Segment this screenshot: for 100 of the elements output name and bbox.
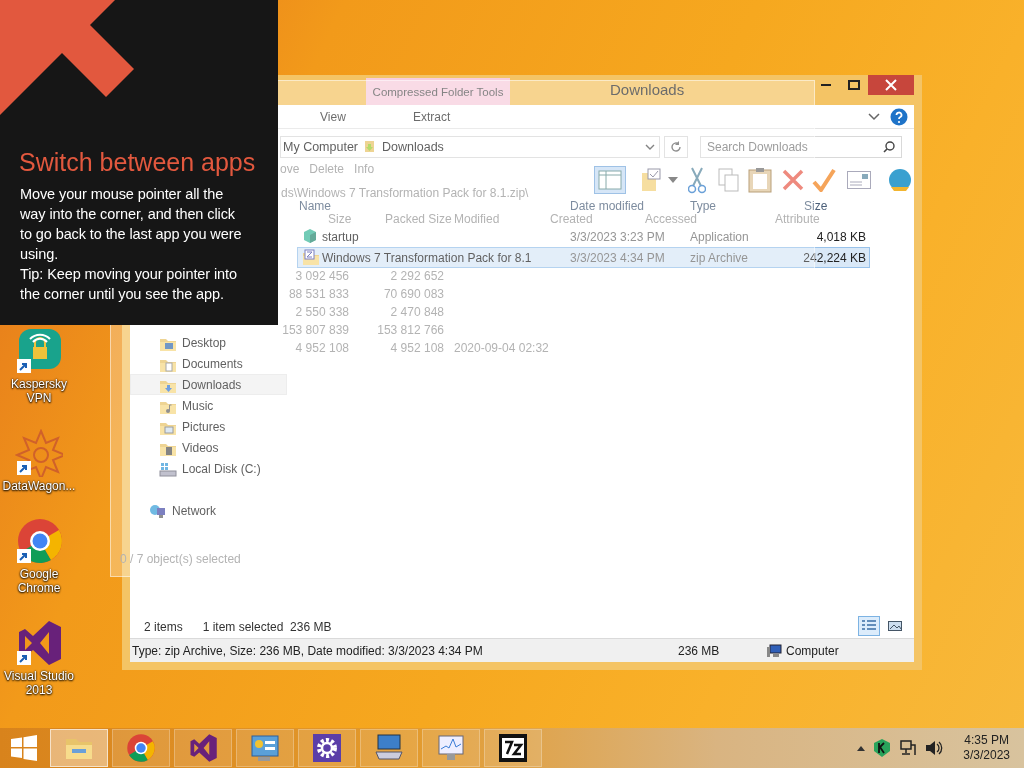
folder-download-icon — [364, 139, 377, 155]
file-row[interactable]: Windows 7 Transformation Pack for 8.1 3/3/2023 4:34 PM zip Archive 242,224 KB — [297, 247, 870, 268]
faded-column-header: Attribute — [775, 212, 820, 226]
faded-packed-size-cell: 4 952 108 — [390, 341, 444, 355]
zip-folder-icon — [302, 249, 320, 265]
selection-info: 1 item selected 236 MB — [202, 620, 332, 634]
cube-icon — [302, 228, 318, 244]
faded-packed-size-cell: 2 292 652 — [390, 269, 444, 283]
star-pattern-shortcut-icon — [15, 429, 63, 477]
faded-toolbar-label: ove — [280, 162, 300, 176]
nav-pane-item[interactable]: Videos — [130, 437, 287, 458]
faded-size-cell: 3 092 456 — [295, 269, 349, 283]
caret-down-icon — [668, 177, 678, 183]
faded-size-cell: 88 531 833 — [288, 287, 349, 301]
breadcrumb[interactable]: My Computer — [281, 140, 361, 154]
file-row[interactable]: startup 3/3/2023 3:23 PM Application 4,018 KB — [297, 226, 870, 247]
column-header[interactable]: Type — [690, 199, 716, 213]
faded-card-icon — [847, 171, 871, 189]
help-icon[interactable] — [890, 108, 908, 126]
file-size: 242,224 KB — [803, 251, 866, 265]
shield-lock-shortcut-icon — [15, 327, 63, 375]
nav-pane-item[interactable]: Music — [130, 395, 287, 416]
address-bar[interactable]: My Computer Downloads — [280, 136, 660, 158]
file-size: 4,018 KB — [816, 230, 866, 244]
file-type: Application — [690, 230, 749, 244]
status-text: Type: zip Archive, Size: 236 MB, Date modified: 3/3/2023 4:34 PM — [131, 643, 484, 658]
picture-icon — [888, 620, 902, 632]
tip-hint: Tip: Keep moving your pointer into the corner until you see the app. — [20, 265, 238, 304]
control-panel-icon — [250, 733, 280, 763]
caret-up-icon[interactable] — [857, 745, 866, 751]
faded-toolbar-label: Delete — [309, 162, 345, 176]
faded-column-header: Size — [328, 212, 352, 226]
search-icon — [883, 141, 895, 153]
nav-pane-item[interactable]: Local Disk (C:) — [130, 458, 287, 479]
file-date: 3/3/2023 4:34 PM — [570, 251, 665, 265]
archive-app-icon — [498, 733, 528, 763]
nav-pane-item[interactable]: Network — [130, 500, 287, 521]
window-title: Downloads — [610, 81, 685, 98]
shield-k-icon[interactable] — [873, 739, 892, 757]
taskbar-app-button[interactable] — [484, 729, 542, 767]
file-name: Windows 7 Transformation Pack for 8.1 — [322, 251, 532, 265]
ribbon-tab[interactable]: Extract — [407, 108, 457, 126]
performance-monitor-icon — [436, 733, 466, 763]
file-name: startup — [322, 230, 359, 244]
faded-column-header: Packed Size — [385, 212, 452, 226]
faded-checkmark-icon — [812, 168, 836, 192]
nav-pane-item[interactable]: Downloads — [130, 374, 287, 395]
browser-shortcut-icon — [15, 517, 63, 565]
chevron-down-icon[interactable] — [645, 143, 655, 151]
minimize-icon — [821, 84, 831, 86]
refresh-icon — [670, 141, 682, 153]
windows-logo-icon — [11, 735, 37, 761]
nav-pane-item[interactable]: Pictures — [130, 416, 287, 437]
infinity-bow-icon — [188, 733, 218, 763]
close-icon — [885, 79, 897, 91]
faded-scissors-icon — [688, 166, 706, 194]
taskbar-app-button[interactable] — [298, 729, 356, 767]
column-header[interactable]: Name — [299, 199, 331, 213]
chevron-down-icon[interactable] — [868, 113, 880, 121]
computer-icon — [766, 643, 782, 658]
hard-drive-icon — [159, 460, 177, 477]
faded-column-header: Modified — [454, 212, 500, 226]
faded-packed-size-cell: 2 470 848 — [390, 305, 444, 319]
faded-path-text: ds\Windows 7 Transformation Pack for 8.1.zip\ — [281, 186, 529, 200]
infinity-bow-shortcut-icon — [15, 619, 63, 667]
item-count: 2 items — [144, 620, 183, 634]
faded-toolbar-label: Info — [354, 162, 375, 176]
monitor-keyboard-icon — [374, 733, 404, 763]
tip-title: Switch between apps — [19, 147, 256, 178]
file-date: 3/3/2023 3:23 PM — [570, 230, 665, 244]
faded-cross-icon — [782, 169, 804, 191]
status-size: 236 MB — [678, 643, 721, 658]
faded-status-text: 0 / 7 object(s) selected — [120, 552, 241, 566]
clock[interactable]: 4:35 PM 3/3/2023 — [963, 733, 1010, 763]
faded-modified-cell: 2020-09-04 02:32 — [454, 341, 549, 355]
faded-clipboard-icon — [748, 167, 772, 193]
close-button[interactable] — [868, 75, 914, 95]
column-header[interactable]: Date modified — [570, 199, 645, 213]
faded-size-cell: 4 952 108 — [295, 341, 349, 355]
maximize-icon — [848, 80, 860, 90]
faded-size-cell: 2 550 338 — [295, 305, 349, 319]
faded-packed-size-cell: 70 690 083 — [383, 287, 444, 301]
ribbon-tab[interactable]: View — [314, 108, 352, 126]
network-icon[interactable] — [899, 739, 918, 757]
speaker-icon[interactable] — [925, 739, 944, 757]
column-header[interactable]: Size — [804, 199, 828, 213]
settings-icon — [312, 733, 342, 763]
file-type: zip Archive — [690, 251, 749, 265]
refresh-button[interactable] — [664, 136, 688, 158]
faded-size-cell: 153 807 839 — [282, 323, 349, 337]
list-icon — [862, 620, 876, 632]
faded-shell-icon — [887, 167, 913, 193]
faded-packed-size-cell: 153 812 766 — [377, 323, 444, 337]
search-field[interactable]: Search Downloads — [700, 136, 902, 158]
breadcrumb[interactable]: Downloads — [380, 140, 446, 154]
nav-pane-item[interactable]: Documents — [130, 353, 287, 374]
faded-column-header: Accessed — [645, 212, 698, 226]
faded-column-header: Created — [550, 212, 593, 226]
tip-text: Move your mouse pointer all the way into the corner, and then click to go back to the last app you were using. — [20, 185, 243, 264]
zone-label: Computer — [786, 643, 839, 658]
